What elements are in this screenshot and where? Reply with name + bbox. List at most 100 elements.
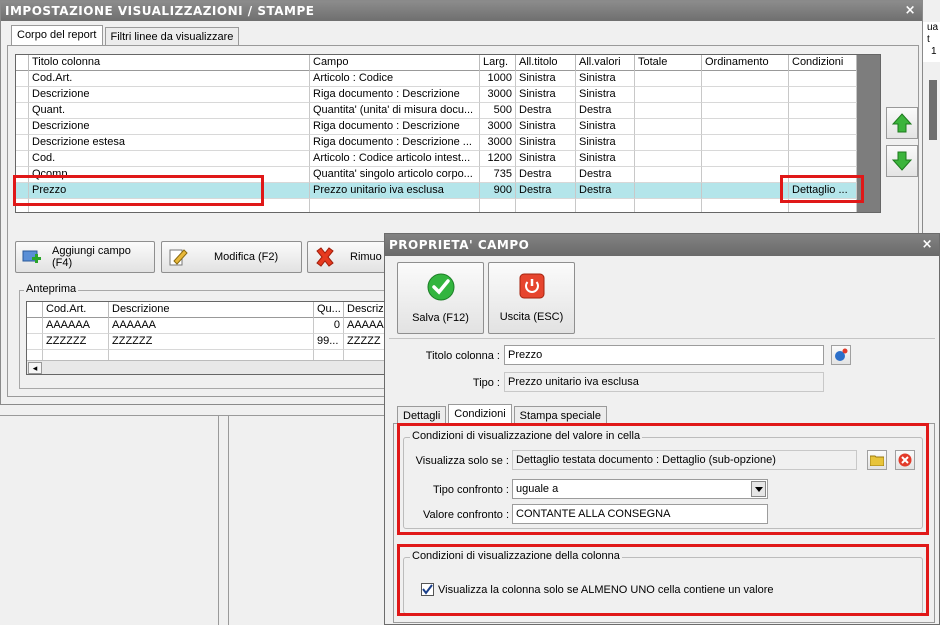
row-indicator[interactable] [16, 103, 29, 119]
cell-totale[interactable] [635, 167, 702, 183]
preview-hscrollbar[interactable]: ◂ [27, 360, 385, 374]
cell-campo[interactable]: Riga documento : Descrizione [310, 87, 480, 103]
cell-larg[interactable]: 900 [480, 183, 516, 199]
cell-titolo[interactable]: Descrizione [29, 87, 310, 103]
cell-ordinamento[interactable] [702, 151, 789, 167]
cell-totale[interactable] [635, 135, 702, 151]
cell-ordinamento[interactable] [702, 71, 789, 87]
tab-stampa-speciale[interactable]: Stampa speciale [513, 406, 607, 424]
exit-button[interactable]: Uscita (ESC) [488, 262, 575, 334]
cell-campo[interactable]: Quantita' singolo articolo corpo... [310, 167, 480, 183]
table-row[interactable]: Quant. Quantita' (unita' di misura docu..… [16, 103, 857, 119]
cell-all-valori[interactable]: Destra [576, 103, 635, 119]
cell-larg[interactable]: 1200 [480, 151, 516, 167]
dialog-tabs: Dettagli Condizioni Stampa speciale [397, 404, 609, 424]
tab-filtri-linee[interactable]: Filtri linee da visualizzare [104, 27, 240, 45]
cell-totale[interactable] [635, 103, 702, 119]
cell-larg[interactable]: 735 [480, 167, 516, 183]
table-row[interactable]: Descrizione estesa Riga documento : Descr… [16, 135, 857, 151]
cell-larg[interactable]: 3000 [480, 87, 516, 103]
cell-campo[interactable]: Riga documento : Descrizione ... [310, 135, 480, 151]
cell-totale[interactable] [635, 71, 702, 87]
col-header-campo[interactable]: Campo [310, 55, 480, 71]
cell-larg[interactable]: 1000 [480, 71, 516, 87]
close-icon[interactable]: × [905, 1, 916, 21]
scroll-left-icon[interactable]: ◂ [28, 362, 42, 374]
col-header-ordinamento[interactable]: Ordinamento [702, 55, 789, 71]
cell-all-valori[interactable]: Sinistra [576, 151, 635, 167]
cell-condizioni[interactable] [789, 135, 857, 151]
cell-ordinamento[interactable] [702, 135, 789, 151]
cell-all-titolo[interactable]: Destra [516, 167, 576, 183]
cell-all-titolo[interactable]: Sinistra [516, 87, 576, 103]
cell-titolo[interactable]: Cod.Art. [29, 71, 310, 87]
table-row[interactable]: Descrizione Riga documento : Descrizione 3… [16, 87, 857, 103]
cell-totale[interactable] [635, 119, 702, 135]
table-row[interactable]: Cod.Art. Articolo : Codice 1000 Sinistra Sin… [16, 71, 857, 87]
row-indicator[interactable] [16, 119, 29, 135]
cell-all-valori[interactable]: Destra [576, 167, 635, 183]
cell-all-titolo[interactable]: Sinistra [516, 151, 576, 167]
cell-all-valori[interactable]: Destra [576, 183, 635, 199]
tab-dettagli[interactable]: Dettagli [397, 406, 447, 424]
cell-campo[interactable]: Riga documento : Descrizione [310, 119, 480, 135]
cell-titolo[interactable]: Descrizione [29, 119, 310, 135]
cell-totale[interactable] [635, 87, 702, 103]
table-row[interactable]: Cod. Articolo : Codice articolo intest...… [16, 151, 857, 167]
cell-condizioni[interactable] [789, 119, 857, 135]
cell-titolo[interactable]: Cod. [29, 151, 310, 167]
dialog-close-icon[interactable]: × [922, 234, 933, 256]
save-button[interactable]: Salva (F12) [397, 262, 484, 334]
cell-all-valori[interactable]: Sinistra [576, 135, 635, 151]
move-up-button[interactable] [886, 107, 918, 139]
col-header-all-valori[interactable]: All.valori [576, 55, 635, 71]
cell-all-valori[interactable]: Sinistra [576, 119, 635, 135]
table-row[interactable]: Descrizione Riga documento : Descrizione 3… [16, 119, 857, 135]
col-header-condizioni[interactable]: Condizioni [789, 55, 857, 71]
cell-all-valori[interactable]: Sinistra [576, 71, 635, 87]
add-field-button[interactable]: Aggiungi campo (F4) [15, 241, 155, 273]
cell-totale[interactable] [635, 151, 702, 167]
cell-campo[interactable]: Articolo : Codice articolo intest... [310, 151, 480, 167]
cell-ordinamento[interactable] [702, 119, 789, 135]
cell-campo[interactable]: Articolo : Codice [310, 71, 480, 87]
tab-condizioni[interactable]: Condizioni [448, 404, 512, 424]
cell-all-valori[interactable]: Sinistra [576, 87, 635, 103]
col-header-totale[interactable]: Totale [635, 55, 702, 71]
cell-ordinamento[interactable] [702, 183, 789, 199]
cell-condizioni[interactable] [789, 87, 857, 103]
row-indicator[interactable] [16, 71, 29, 87]
cell-totale[interactable] [635, 183, 702, 199]
preview-grid[interactable]: Cod.Art. Descrizione Qu... Descriz AAAAA… [26, 301, 386, 375]
tab-corpo-report[interactable]: Corpo del report [11, 25, 103, 45]
cell-ordinamento[interactable] [702, 103, 789, 119]
titolo-input[interactable]: Prezzo [504, 345, 824, 365]
cell-campo[interactable]: Quantita' (unita' di misura docu... [310, 103, 480, 119]
col-header-titolo[interactable]: Titolo colonna [29, 55, 310, 71]
cell-condizioni[interactable] [789, 71, 857, 87]
cell-all-titolo[interactable]: Destra [516, 103, 576, 119]
col-header-larg[interactable]: Larg. [480, 55, 516, 71]
cell-all-titolo[interactable]: Sinistra [516, 71, 576, 87]
row-indicator[interactable] [16, 135, 29, 151]
move-down-button[interactable] [886, 145, 918, 177]
edit-button[interactable]: Modifica (F2) [161, 241, 302, 273]
cell-all-titolo[interactable]: Sinistra [516, 119, 576, 135]
cell-titolo[interactable]: Quant. [29, 103, 310, 119]
row-indicator[interactable] [16, 151, 29, 167]
cell-condizioni[interactable] [789, 151, 857, 167]
row-indicator[interactable] [16, 87, 29, 103]
cell-titolo[interactable]: Descrizione estesa [29, 135, 310, 151]
cell-campo[interactable]: Prezzo unitario iva esclusa [310, 183, 480, 199]
cell-ordinamento[interactable] [702, 167, 789, 183]
cell-condizioni[interactable] [789, 103, 857, 119]
cell-larg[interactable]: 3000 [480, 135, 516, 151]
col-header-all-titolo[interactable]: All.titolo [516, 55, 576, 71]
color-picker-button[interactable] [831, 345, 851, 365]
cell-all-titolo[interactable]: Destra [516, 183, 576, 199]
cell-all-titolo[interactable]: Sinistra [516, 135, 576, 151]
cell-ordinamento[interactable] [702, 87, 789, 103]
cell-larg[interactable]: 3000 [480, 119, 516, 135]
scrollbar-thumb[interactable] [929, 80, 937, 140]
cell-larg[interactable]: 500 [480, 103, 516, 119]
